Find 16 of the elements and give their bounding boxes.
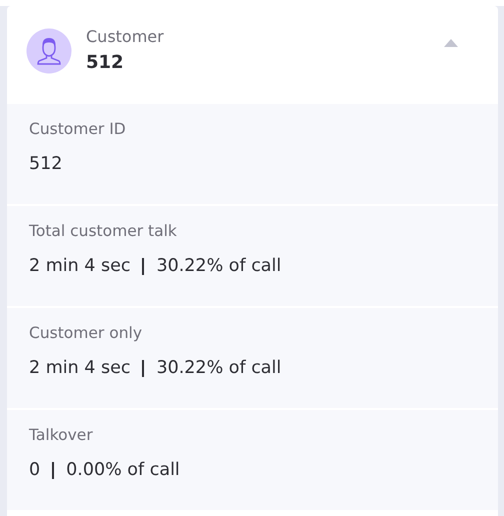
- caret-up-icon: [444, 39, 458, 47]
- stat-value: 2 min 4 sec: [29, 255, 130, 278]
- stat-share: 0.00% of call: [66, 459, 180, 482]
- stat-value: 0: [29, 459, 40, 482]
- customer-label: Customer: [86, 26, 165, 48]
- stat-label: Talkover: [29, 425, 94, 446]
- stat-value: 2 min 4 sec: [29, 357, 130, 380]
- stat-share: 30.22% of call: [156, 357, 282, 380]
- stat-value: 512: [29, 153, 64, 176]
- person-avatar-icon: [26, 28, 72, 74]
- stat-label: Total customer talk: [29, 221, 178, 242]
- collapse-toggle[interactable]: [442, 37, 460, 49]
- stat-label: Customer only: [29, 323, 144, 344]
- customer-number: 512: [86, 51, 125, 75]
- stat-label: Customer ID: [29, 119, 127, 140]
- stat-share: 30.22% of call: [156, 255, 282, 278]
